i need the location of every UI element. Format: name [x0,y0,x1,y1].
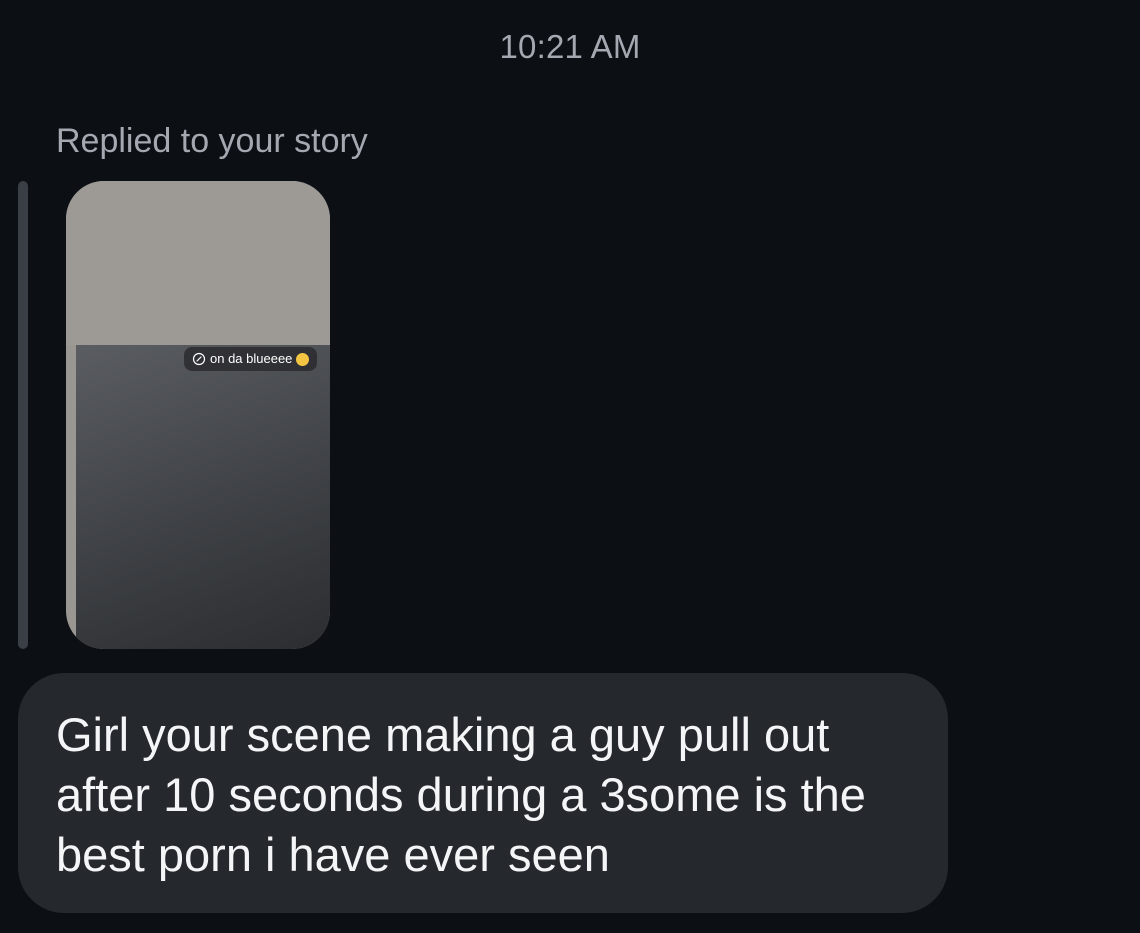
story-sticker-text: on da blueeee [210,351,293,366]
story-link-sticker: on da blueeee [184,347,318,371]
link-icon [192,352,206,366]
story-thumbnail[interactable]: on da blueeee [66,181,330,649]
story-photo-placeholder [76,345,330,649]
emoji-icon [296,352,310,366]
message-text: Girl your scene making a guy pull out af… [56,708,866,881]
message-timestamp: 10:21 AM [499,28,641,65]
reply-context-label: Replied to your story [56,122,368,160]
reply-quote-bar [18,181,28,649]
dm-thread-screen: 10:21 AM Replied to your story on da blu… [0,0,1140,933]
message-bubble[interactable]: Girl your scene making a guy pull out af… [18,673,948,913]
story-background [66,181,330,345]
